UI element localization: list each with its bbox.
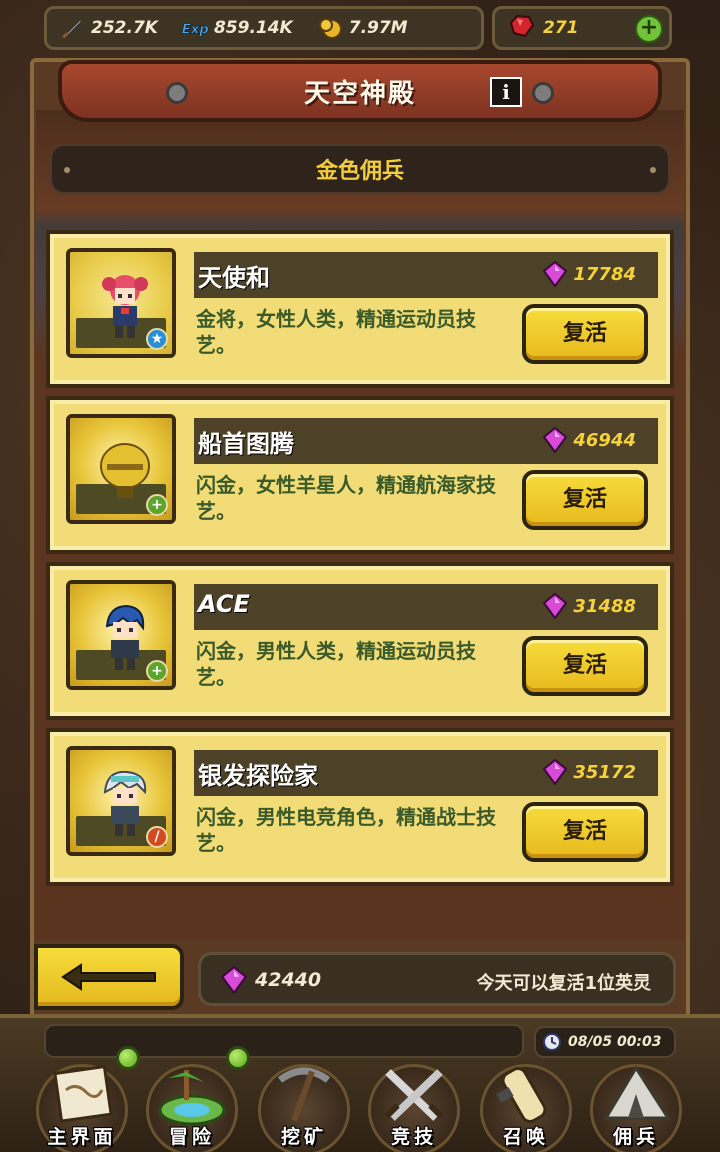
hero-namebar: 船首图腾 46944 (194, 418, 658, 464)
nav-mercenary[interactable]: 佣兵 (584, 1060, 688, 1152)
nav-label: 召唤 (502, 1126, 549, 1148)
gold-resource: 7.97M (315, 13, 408, 43)
dot-left (64, 167, 70, 173)
gem-icon (543, 261, 568, 287)
hero-name: ACE (198, 590, 250, 618)
clock: 08/05 00:03 (534, 1026, 676, 1058)
hero-sprite-icon (100, 443, 150, 498)
nav-arena[interactable]: 竞技 (362, 1060, 466, 1152)
revive-button[interactable]: 复活 (522, 304, 648, 364)
hero-description: 闪金，男性人类，精通运动员技艺。 (196, 639, 476, 689)
add-ruby-button[interactable]: + (635, 15, 663, 43)
gold-coin-icon (315, 13, 345, 43)
hero-name: 银发探险家 (198, 762, 318, 790)
hero-sprite-icon (103, 770, 147, 836)
notification-dot (226, 1046, 250, 1070)
clock-icon (543, 1033, 561, 1051)
hero-description: 闪金，女性羊星人，精通航海家技艺。 (196, 473, 496, 523)
hero-sprite-icon (105, 604, 145, 670)
exp-icon: Exp (180, 13, 210, 43)
nav-summon[interactable]: 召唤 (474, 1060, 578, 1152)
nav-label: 竞技 (390, 1126, 437, 1148)
gem-total: 42440 (221, 966, 321, 994)
bolt-left-icon (166, 82, 188, 104)
sword-icon (57, 13, 87, 43)
category-title: 金色佣兵 (315, 159, 404, 184)
tent-icon (603, 1065, 671, 1120)
notification-dot (116, 1046, 140, 1070)
ruby-value: 271 (543, 18, 579, 38)
svg-text:Exp: Exp (182, 22, 209, 37)
nav-adventure[interactable]: 冒险 (140, 1060, 244, 1152)
hero-card: + 船首图腾 46944 闪金，女性羊星人，精通航海家技艺。 复活 (46, 396, 674, 554)
page-title: 天空神殿 (303, 78, 416, 109)
hero-cost: 31488 (543, 593, 636, 619)
revive-info-bar: 42440 今天可以复活1位英灵 (198, 952, 676, 1006)
hero-card: / 银发探险家 35172 闪金，男性电竞角色，精通战士技艺。 复活 (46, 728, 674, 886)
nav-label: 佣兵 (612, 1126, 659, 1148)
exp-value: 859.14K (213, 18, 293, 38)
dot-right (650, 167, 656, 173)
hero-cost: 35172 (543, 759, 636, 785)
island-icon (158, 1070, 226, 1126)
info-button[interactable]: i (490, 77, 522, 107)
map-scroll-icon (53, 1064, 113, 1123)
gem-icon (221, 966, 247, 994)
hero-portrait[interactable]: ★ (66, 248, 176, 358)
gem-icon (543, 427, 568, 453)
nav-label: 冒险 (168, 1126, 215, 1148)
nav-mining[interactable]: 挖矿 (252, 1060, 356, 1152)
hero-card: ★ 天使和 17784 金将，女性人类，精通运动员技艺。 复活 (46, 230, 674, 388)
summon-scroll-icon (496, 1067, 547, 1123)
revive-button[interactable]: 复活 (522, 802, 648, 862)
hero-namebar: 银发探险家 35172 (194, 750, 658, 796)
nav-home[interactable]: 主界面 (30, 1060, 134, 1152)
gem-icon (543, 593, 568, 619)
hero-description: 闪金，男性电竞角色，精通战士技艺。 (196, 805, 496, 855)
plus-icon: + (146, 660, 168, 682)
hero-namebar: 天使和 17784 (194, 252, 658, 298)
gem-icon (543, 759, 568, 785)
hero-description: 金将，女性人类，精通运动员技艺。 (196, 307, 476, 357)
revive-button[interactable]: 复活 (522, 636, 648, 696)
nav-label: 主界面 (47, 1126, 117, 1148)
hero-portrait[interactable]: + (66, 580, 176, 690)
arrow-left-icon (61, 963, 156, 991)
hero-namebar: ACE 31488 (194, 584, 658, 630)
star-icon: ★ (146, 328, 168, 350)
ruby-icon (507, 13, 535, 43)
hero-name: 天使和 (198, 264, 270, 292)
sword-badge-icon: / (146, 826, 168, 848)
resource-bar: 252.7K Exp 859.14K 7.97M (44, 6, 484, 50)
hero-name: 船首图腾 (198, 430, 294, 458)
revive-limit-note: 今天可以复活1位英灵 (476, 973, 651, 994)
hero-portrait[interactable]: / (66, 746, 176, 856)
pickaxe-icon (277, 1067, 331, 1122)
plus-icon: + (146, 494, 168, 516)
back-button[interactable] (34, 944, 184, 1010)
category-bar: 金色佣兵 (50, 144, 670, 194)
nav-label: 挖矿 (280, 1126, 327, 1148)
crossed-swords-icon (384, 1069, 444, 1121)
attack-value: 252.7K (91, 18, 158, 38)
bolt-right-icon (532, 82, 554, 104)
gold-value: 7.97M (348, 18, 408, 38)
gem-total-value: 42440 (255, 969, 322, 991)
datetime: 08/05 00:03 (568, 1034, 662, 1050)
exp-resource: Exp 859.14K (180, 13, 293, 43)
hero-card: + ACE 31488 闪金，男性人类，精通运动员技艺。 复活 (46, 562, 674, 720)
revive-button[interactable]: 复活 (522, 470, 648, 530)
hero-cost: 17784 (543, 261, 636, 287)
hero-sprite-icon (102, 275, 148, 338)
hero-portrait[interactable]: + (66, 414, 176, 524)
hero-cost: 46944 (543, 427, 636, 453)
attack-resource: 252.7K (57, 13, 158, 43)
title-banner: 天空神殿 i (58, 60, 662, 122)
ruby-bar: 271 + (492, 6, 672, 50)
